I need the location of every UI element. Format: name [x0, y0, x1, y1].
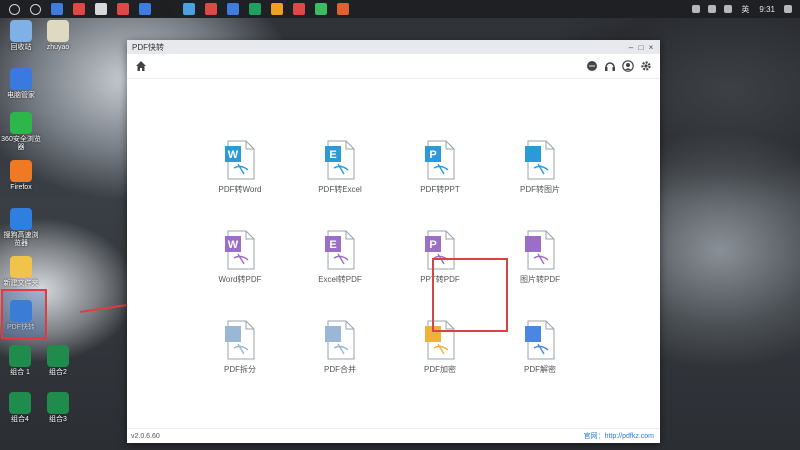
toolbar [127, 54, 660, 79]
tool-tile-label: Word转PDF [218, 275, 262, 284]
document-icon: W [225, 230, 255, 270]
chat-icon[interactable] [586, 60, 598, 72]
headset-icon[interactable] [604, 60, 616, 72]
tool-tile-label: PDF转图片 [520, 185, 560, 194]
svg-text:W: W [228, 149, 239, 161]
footer: v2.0.6.60 官网：http://pdfkz.com [127, 428, 660, 443]
tool-tile[interactable]: PDF合并 [290, 310, 390, 390]
tool-tile-label: PDF转Excel [318, 185, 362, 194]
tool-tile[interactable]: W PDF转Word [190, 130, 290, 210]
tool-tile-label: PDF解密 [524, 365, 556, 374]
version-label: v2.0.6.60 [131, 432, 160, 440]
home-icon[interactable] [135, 60, 147, 72]
gear-icon[interactable] [640, 60, 652, 72]
tool-tile-label: PDF拆分 [224, 365, 256, 374]
tool-tile-label: PDF加密 [424, 365, 456, 374]
website-link[interactable]: 官网：http://pdfkz.com [584, 431, 654, 441]
document-icon: P [425, 140, 455, 180]
tool-tile[interactable]: PDF拆分 [190, 310, 290, 390]
tool-tile[interactable]: P PDF转PPT [390, 130, 490, 210]
tool-tile-label: PDF转Word [218, 185, 262, 194]
tool-tile-label: PDF合并 [324, 365, 356, 374]
app-window: PDF快转 – □ × W PDF转Word E PDF转Excel P PDF转PPT P… [127, 40, 660, 443]
tool-tile[interactable]: W Word转PDF [190, 220, 290, 300]
document-icon [325, 320, 355, 360]
tool-tile[interactable]: E Excel转PDF [290, 220, 390, 300]
minimize-button[interactable]: – [626, 43, 636, 52]
window-title: PDF快转 [132, 42, 164, 52]
tool-tile[interactable]: PDF转图片 [490, 130, 590, 210]
close-button[interactable]: × [646, 43, 656, 52]
tool-tile-label: Excel转PDF [318, 275, 362, 284]
document-icon [225, 320, 255, 360]
tool-tile-label: PDF转PPT [420, 185, 460, 194]
svg-text:W: W [228, 239, 239, 251]
maximize-button[interactable]: □ [636, 43, 646, 52]
highlight-box-excel-to-pdf [432, 258, 508, 332]
svg-text:P: P [429, 149, 436, 161]
document-icon: W [225, 140, 255, 180]
document-icon [525, 230, 555, 270]
document-icon: E [325, 230, 355, 270]
user-icon[interactable] [622, 60, 634, 72]
document-icon: E [325, 140, 355, 180]
document-icon [525, 320, 555, 360]
svg-text:E: E [329, 149, 336, 161]
tool-tile[interactable]: E PDF转Excel [290, 130, 390, 210]
title-bar: PDF快转 – □ × [127, 40, 660, 54]
svg-text:E: E [329, 239, 336, 251]
document-icon [525, 140, 555, 180]
svg-text:P: P [429, 239, 436, 251]
